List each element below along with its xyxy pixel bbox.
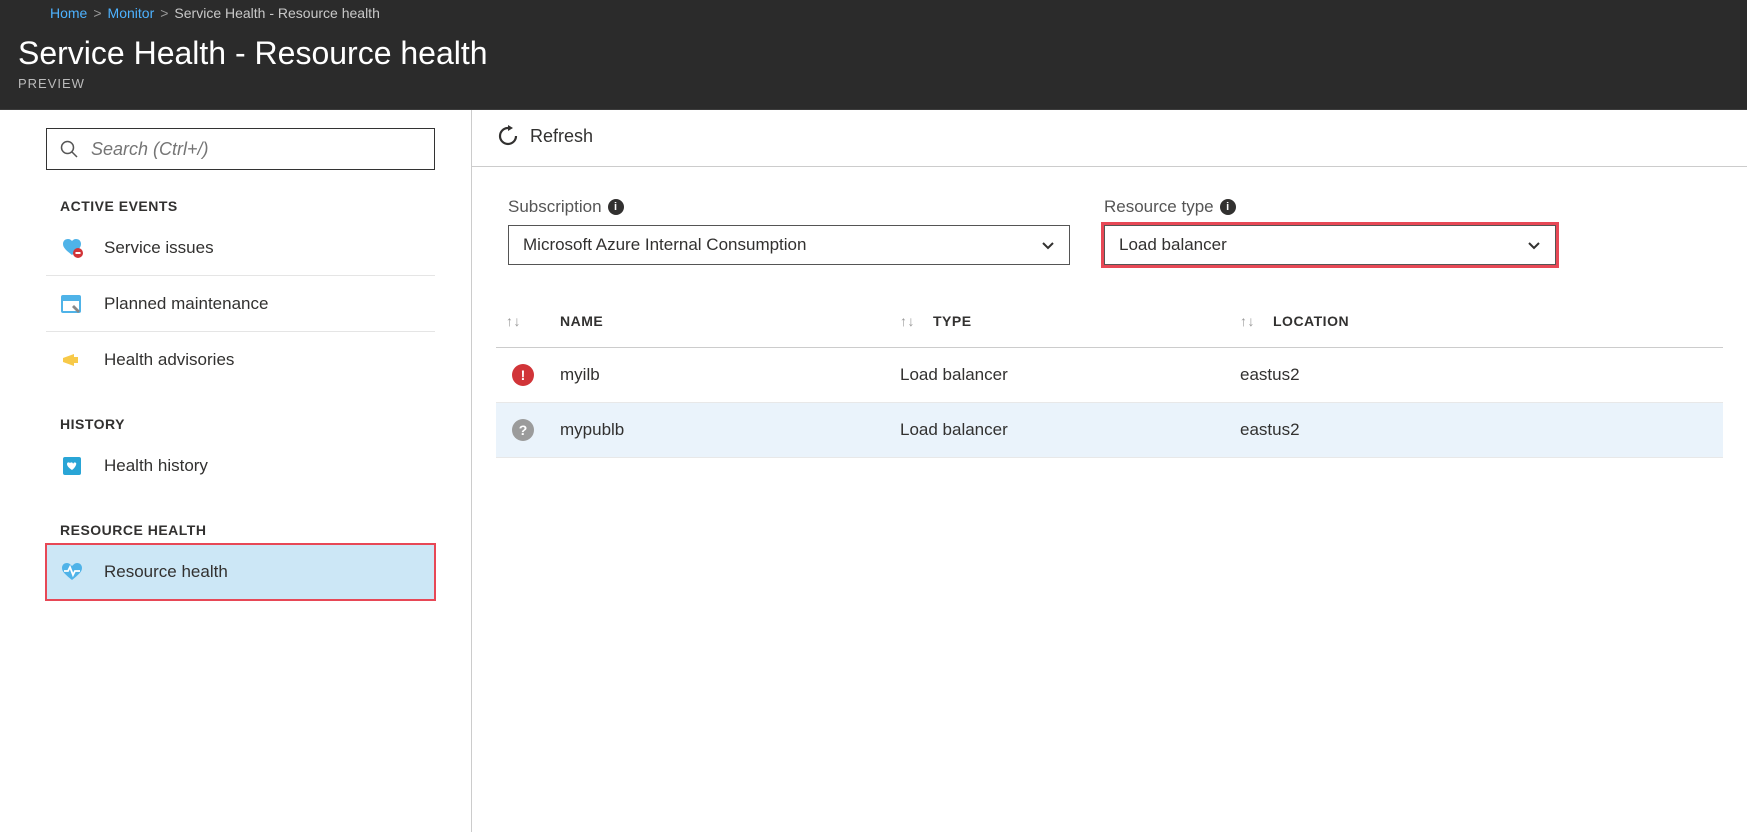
heart-error-icon bbox=[60, 236, 84, 260]
info-icon[interactable]: i bbox=[608, 199, 624, 215]
search-input[interactable] bbox=[91, 139, 422, 160]
header-bar: Home > Monitor > Service Health - Resour… bbox=[0, 0, 1747, 110]
sidebar-item-resource-health[interactable]: Resource health bbox=[46, 544, 435, 600]
section-resource-health: RESOURCE HEALTH bbox=[60, 522, 435, 538]
sort-icon: ↑↓ bbox=[900, 313, 915, 329]
resource-type-value: Load balancer bbox=[1119, 235, 1227, 255]
table-row[interactable]: ? mypublb Load balancer eastus2 bbox=[496, 403, 1723, 458]
search-icon bbox=[59, 139, 79, 159]
breadcrumb-sep: > bbox=[160, 5, 168, 21]
resource-type-label: Resource type i bbox=[1104, 197, 1556, 217]
cell-type: Load balancer bbox=[890, 403, 1230, 458]
toolbar: Refresh bbox=[472, 110, 1747, 167]
subscription-label-text: Subscription bbox=[508, 197, 602, 217]
sidebar-item-health-advisories[interactable]: Health advisories bbox=[46, 332, 435, 388]
chevron-down-icon bbox=[1525, 236, 1543, 254]
resource-table-wrap: ↑↓ NAME ↑↓ TYPE ↑↓ LOCATION ! myilb Load b… bbox=[472, 285, 1747, 458]
refresh-icon bbox=[496, 124, 520, 148]
sidebar-item-label: Service issues bbox=[104, 238, 214, 258]
info-icon[interactable]: i bbox=[1220, 199, 1236, 215]
col-name-label: NAME bbox=[560, 313, 603, 329]
breadcrumb-home[interactable]: Home bbox=[50, 5, 87, 21]
search-box[interactable] bbox=[46, 128, 435, 170]
chevron-down-icon bbox=[1039, 236, 1057, 254]
sidebar-item-label: Health history bbox=[104, 456, 208, 476]
sort-icon: ↑↓ bbox=[506, 313, 521, 329]
sort-icon: ↑↓ bbox=[1240, 313, 1255, 329]
sidebar-item-label: Resource health bbox=[104, 562, 228, 582]
breadcrumb-current: Service Health - Resource health bbox=[174, 5, 379, 21]
breadcrumb: Home > Monitor > Service Health - Resour… bbox=[18, 5, 1729, 27]
heart-pulse-icon bbox=[60, 560, 84, 584]
resource-type-dropdown[interactable]: Load balancer bbox=[1104, 225, 1556, 265]
cell-name: myilb bbox=[550, 348, 890, 403]
breadcrumb-sep: > bbox=[93, 5, 101, 21]
subscription-dropdown[interactable]: Microsoft Azure Internal Consumption bbox=[508, 225, 1070, 265]
status-error-icon: ! bbox=[512, 364, 534, 386]
col-status[interactable]: ↑↓ bbox=[496, 295, 550, 348]
section-history: HISTORY bbox=[60, 416, 435, 432]
cell-location: eastus2 bbox=[1230, 403, 1723, 458]
col-type-label: TYPE bbox=[933, 313, 972, 329]
sidebar-item-service-issues[interactable]: Service issues bbox=[46, 220, 435, 276]
status-unknown-icon: ? bbox=[512, 419, 534, 441]
sidebar-item-label: Planned maintenance bbox=[104, 294, 268, 314]
table-row[interactable]: ! myilb Load balancer eastus2 bbox=[496, 348, 1723, 403]
sidebar-item-planned-maintenance[interactable]: Planned maintenance bbox=[46, 276, 435, 332]
content-panel: Refresh Subscription i Microsoft Azure I… bbox=[472, 110, 1747, 832]
filters-row: Subscription i Microsoft Azure Internal … bbox=[472, 167, 1747, 285]
calendar-wrench-icon bbox=[60, 292, 84, 316]
megaphone-icon bbox=[60, 348, 84, 372]
book-heart-icon bbox=[60, 454, 84, 478]
resource-table: ↑↓ NAME ↑↓ TYPE ↑↓ LOCATION ! myilb Load b… bbox=[496, 295, 1723, 458]
refresh-button[interactable]: Refresh bbox=[496, 124, 593, 148]
subscription-label: Subscription i bbox=[508, 197, 1070, 217]
col-location[interactable]: ↑↓ LOCATION bbox=[1230, 295, 1723, 348]
sidebar: ACTIVE EVENTS Service issues Planned mai… bbox=[0, 110, 472, 832]
sidebar-item-label: Health advisories bbox=[104, 350, 234, 370]
page-subtitle: PREVIEW bbox=[18, 76, 1729, 91]
col-type[interactable]: ↑↓ TYPE bbox=[890, 295, 1230, 348]
col-name[interactable]: NAME bbox=[550, 295, 890, 348]
resource-type-label-text: Resource type bbox=[1104, 197, 1214, 217]
cell-name: mypublb bbox=[550, 403, 890, 458]
subscription-value: Microsoft Azure Internal Consumption bbox=[523, 235, 806, 255]
cell-type: Load balancer bbox=[890, 348, 1230, 403]
filter-resource-type: Resource type i Load balancer bbox=[1104, 197, 1556, 265]
page-title: Service Health - Resource health bbox=[18, 27, 1729, 72]
sidebar-item-health-history[interactable]: Health history bbox=[46, 438, 435, 494]
filter-subscription: Subscription i Microsoft Azure Internal … bbox=[508, 197, 1070, 265]
cell-location: eastus2 bbox=[1230, 348, 1723, 403]
col-location-label: LOCATION bbox=[1273, 313, 1349, 329]
breadcrumb-monitor[interactable]: Monitor bbox=[108, 5, 155, 21]
refresh-label: Refresh bbox=[530, 126, 593, 147]
section-active-events: ACTIVE EVENTS bbox=[60, 198, 435, 214]
